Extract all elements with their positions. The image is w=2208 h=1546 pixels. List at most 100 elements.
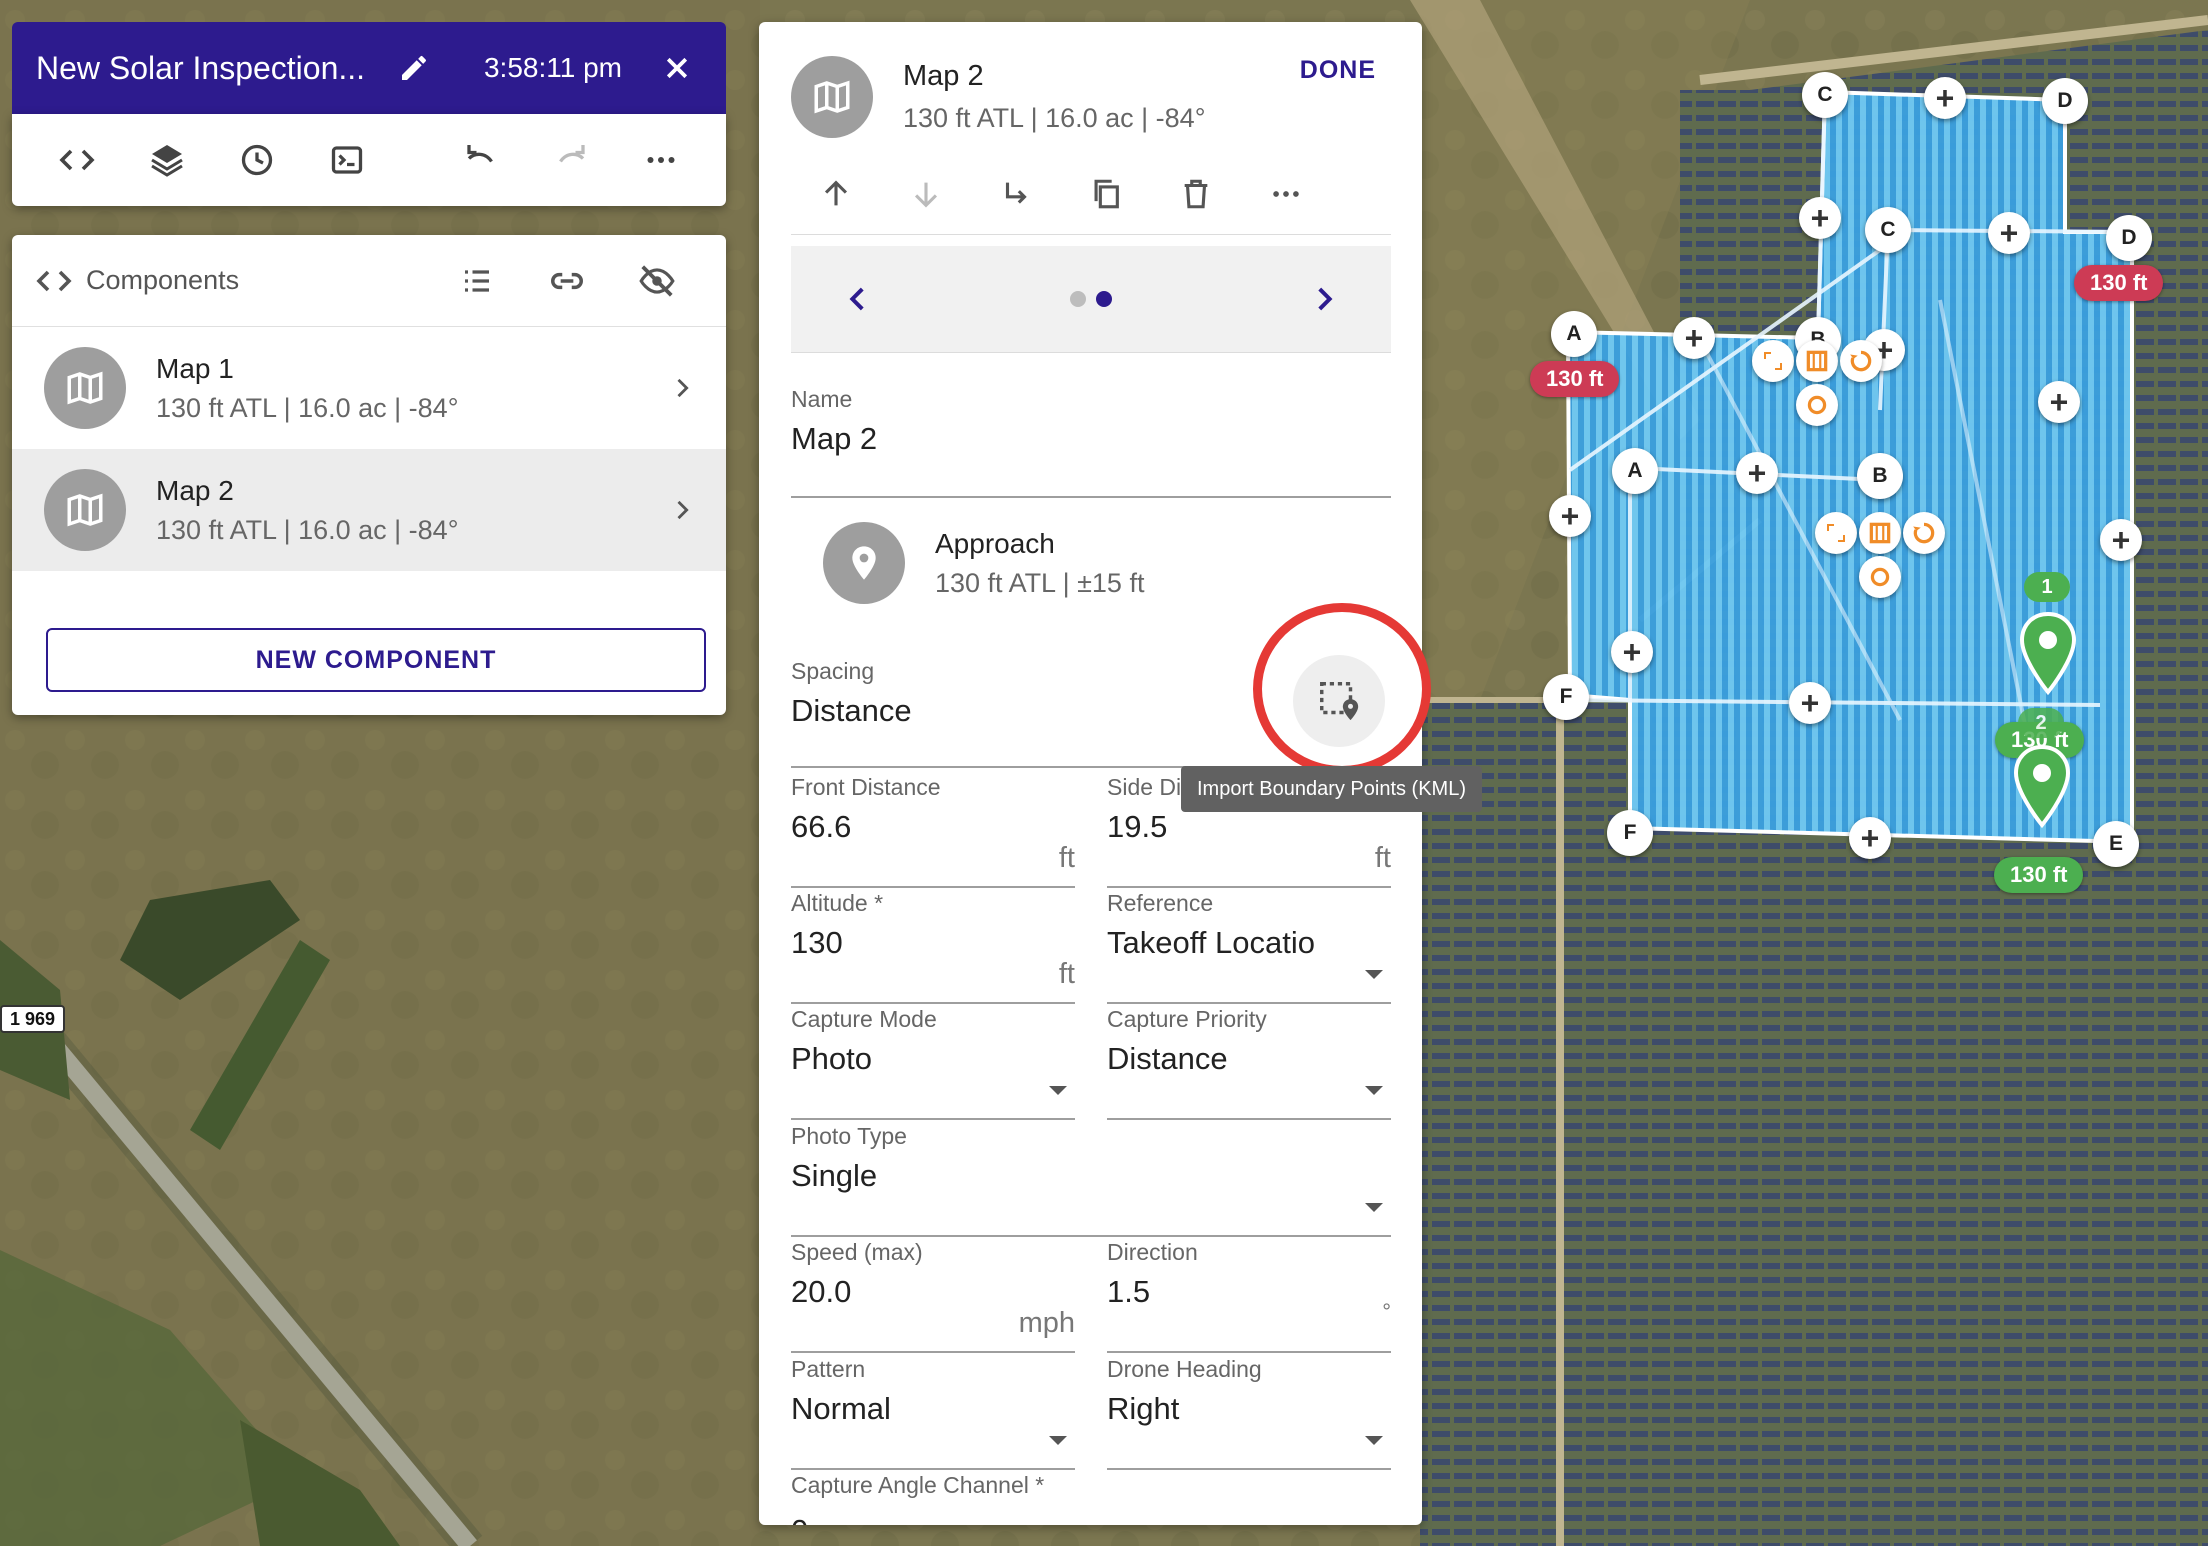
map-icon (67, 493, 103, 527)
side-distance-unit: ft (1374, 842, 1391, 874)
import-boundary-icon (1320, 682, 1359, 721)
component-item-map-1[interactable]: Map 1 130 ft ATL | 16.0 ac | -84° (12, 327, 726, 449)
new-component-button[interactable]: NEW COMPONENT (46, 628, 706, 692)
add-vertex-plus-icon[interactable]: + (1789, 682, 1831, 724)
pan-icon[interactable] (1796, 340, 1838, 382)
photo-type-select[interactable]: Photo Type Single (791, 1123, 1391, 1237)
arrow-down-icon (914, 182, 938, 208)
add-vertex-plus-icon[interactable]: + (1611, 631, 1653, 673)
move-down-button[interactable] (881, 162, 971, 226)
delete-button[interactable] (1151, 162, 1241, 226)
more-options-button[interactable] (616, 130, 706, 190)
history-button[interactable] (212, 130, 302, 190)
link-button[interactable] (522, 251, 612, 311)
redo-button[interactable] (526, 130, 616, 190)
waypoint-pin-icon[interactable] (2012, 745, 2072, 829)
rotate-icon[interactable] (1903, 512, 1945, 554)
reference-select[interactable]: Reference Takeoff Locatio (1107, 890, 1391, 1004)
add-vertex-plus-icon[interactable]: + (1549, 495, 1591, 537)
vertex-marker-a[interactable]: A (1551, 311, 1597, 357)
dropdown-arrow-icon (1365, 1086, 1383, 1095)
capture-angle-channel-field[interactable]: Capture Angle Channel * 0 (791, 1472, 1391, 1525)
speed-value[interactable]: 20.0 (791, 1274, 1075, 1310)
components-panel: Components Map 1 130 ft ATL | 16.0 ac | … (12, 235, 726, 715)
vertex-marker-e[interactable]: E (2093, 821, 2139, 867)
add-vertex-plus-icon[interactable]: + (1799, 197, 1841, 239)
vertex-marker-d[interactable]: D (2106, 215, 2152, 261)
add-vertex-plus-icon[interactable]: + (1924, 77, 1966, 119)
component-name: Map 2 (156, 474, 234, 506)
spacing-select[interactable]: Spacing Distance (791, 658, 1391, 770)
approach-item[interactable]: Approach 130 ft ATL | ±15 ft (823, 522, 1144, 604)
front-distance-value[interactable]: 66.6 (791, 809, 1075, 845)
altitude-value[interactable]: 130 (791, 925, 1075, 961)
direction-unit: ° (1382, 1299, 1391, 1324)
map-avatar (791, 56, 873, 138)
pencil-icon (401, 55, 426, 80)
subdirectory-arrow-icon (1005, 182, 1027, 204)
add-vertex-plus-icon[interactable]: + (1988, 212, 2030, 254)
dropdown-arrow-icon (1365, 970, 1383, 979)
spacing-label: Spacing (791, 658, 875, 684)
vertex-marker-f[interactable]: F (1607, 810, 1653, 856)
add-vertex-plus-icon[interactable]: + (2100, 519, 2142, 561)
hide-button[interactable] (612, 251, 702, 311)
capture-mode-select[interactable]: Capture Mode Photo (791, 1006, 1075, 1120)
previous-page-button[interactable] (841, 282, 875, 316)
side-distance-value[interactable]: 19.5 (1107, 809, 1391, 845)
drone-heading-select[interactable]: Drone Heading Right (1107, 1356, 1391, 1470)
pattern-select[interactable]: Pattern Normal (791, 1356, 1075, 1470)
close-mission-button[interactable] (652, 43, 702, 93)
capture-priority-select[interactable]: Capture Priority Distance (1107, 1006, 1391, 1120)
mission-toolbar (12, 114, 726, 206)
front-distance-field[interactable]: Front Distance 66.6 ft (791, 774, 1075, 888)
layers-button[interactable] (122, 130, 212, 190)
console-button[interactable] (302, 130, 392, 190)
expand-icon[interactable] (1815, 512, 1857, 554)
done-button[interactable]: DONE (1300, 56, 1376, 85)
edit-title-button[interactable] (384, 38, 444, 98)
next-page-button[interactable] (1307, 282, 1341, 316)
close-icon (666, 57, 688, 79)
import-kml-button[interactable] (1293, 655, 1385, 747)
waypoint-pin-icon[interactable] (2018, 612, 2078, 696)
vertex-marker-b[interactable]: B (1857, 453, 1903, 499)
scale-icon[interactable] (1796, 384, 1838, 426)
undo-button[interactable] (436, 130, 526, 190)
add-vertex-plus-icon[interactable]: + (1849, 817, 1891, 859)
chevron-right-icon (677, 378, 689, 398)
pan-icon[interactable] (1859, 512, 1901, 554)
name-value[interactable]: Map 2 (791, 421, 1391, 457)
link-icon (551, 272, 583, 289)
drone-heading-label: Drone Heading (1107, 1356, 1262, 1382)
component-item-map-2[interactable]: Map 2 130 ft ATL | 16.0 ac | -84° (12, 449, 726, 571)
list-view-button[interactable] (432, 251, 522, 311)
vertex-marker-f[interactable]: F (1543, 674, 1589, 720)
scale-icon[interactable] (1859, 556, 1901, 598)
add-vertex-plus-icon[interactable]: + (1673, 317, 1715, 359)
add-vertex-plus-icon[interactable]: + (2038, 381, 2080, 423)
indent-button[interactable] (971, 162, 1061, 226)
move-up-button[interactable] (791, 162, 881, 226)
mission-title[interactable]: New Solar Inspection... (36, 50, 384, 87)
vertex-marker-d[interactable]: D (2042, 78, 2088, 124)
dropdown-arrow-icon (1049, 1436, 1067, 1445)
waypoint-number-badge: 2 (2018, 708, 2064, 738)
duplicate-button[interactable] (1061, 162, 1151, 226)
more-options-button[interactable] (1241, 162, 1331, 226)
speed-field[interactable]: Speed (max) 20.0 mph (791, 1239, 1075, 1353)
vertex-marker-a[interactable]: A (1612, 448, 1658, 494)
code-view-button[interactable] (32, 130, 122, 190)
expand-icon[interactable] (1752, 340, 1794, 382)
capture-angle-value[interactable]: 0 (791, 1513, 1391, 1525)
name-field[interactable]: Name Map 2 (791, 386, 1391, 498)
direction-value[interactable]: 1.5 (1107, 1274, 1391, 1310)
direction-field[interactable]: Direction 1.5 ° (1107, 1239, 1391, 1353)
altitude-field[interactable]: Altitude * 130 ft (791, 890, 1075, 1004)
add-vertex-plus-icon[interactable]: + (1736, 452, 1778, 494)
vertex-marker-c[interactable]: C (1802, 72, 1848, 118)
page-dot[interactable] (1070, 291, 1086, 307)
page-dot-active[interactable] (1096, 291, 1112, 307)
rotate-icon[interactable] (1840, 340, 1882, 382)
vertex-marker-c[interactable]: C (1865, 207, 1911, 253)
